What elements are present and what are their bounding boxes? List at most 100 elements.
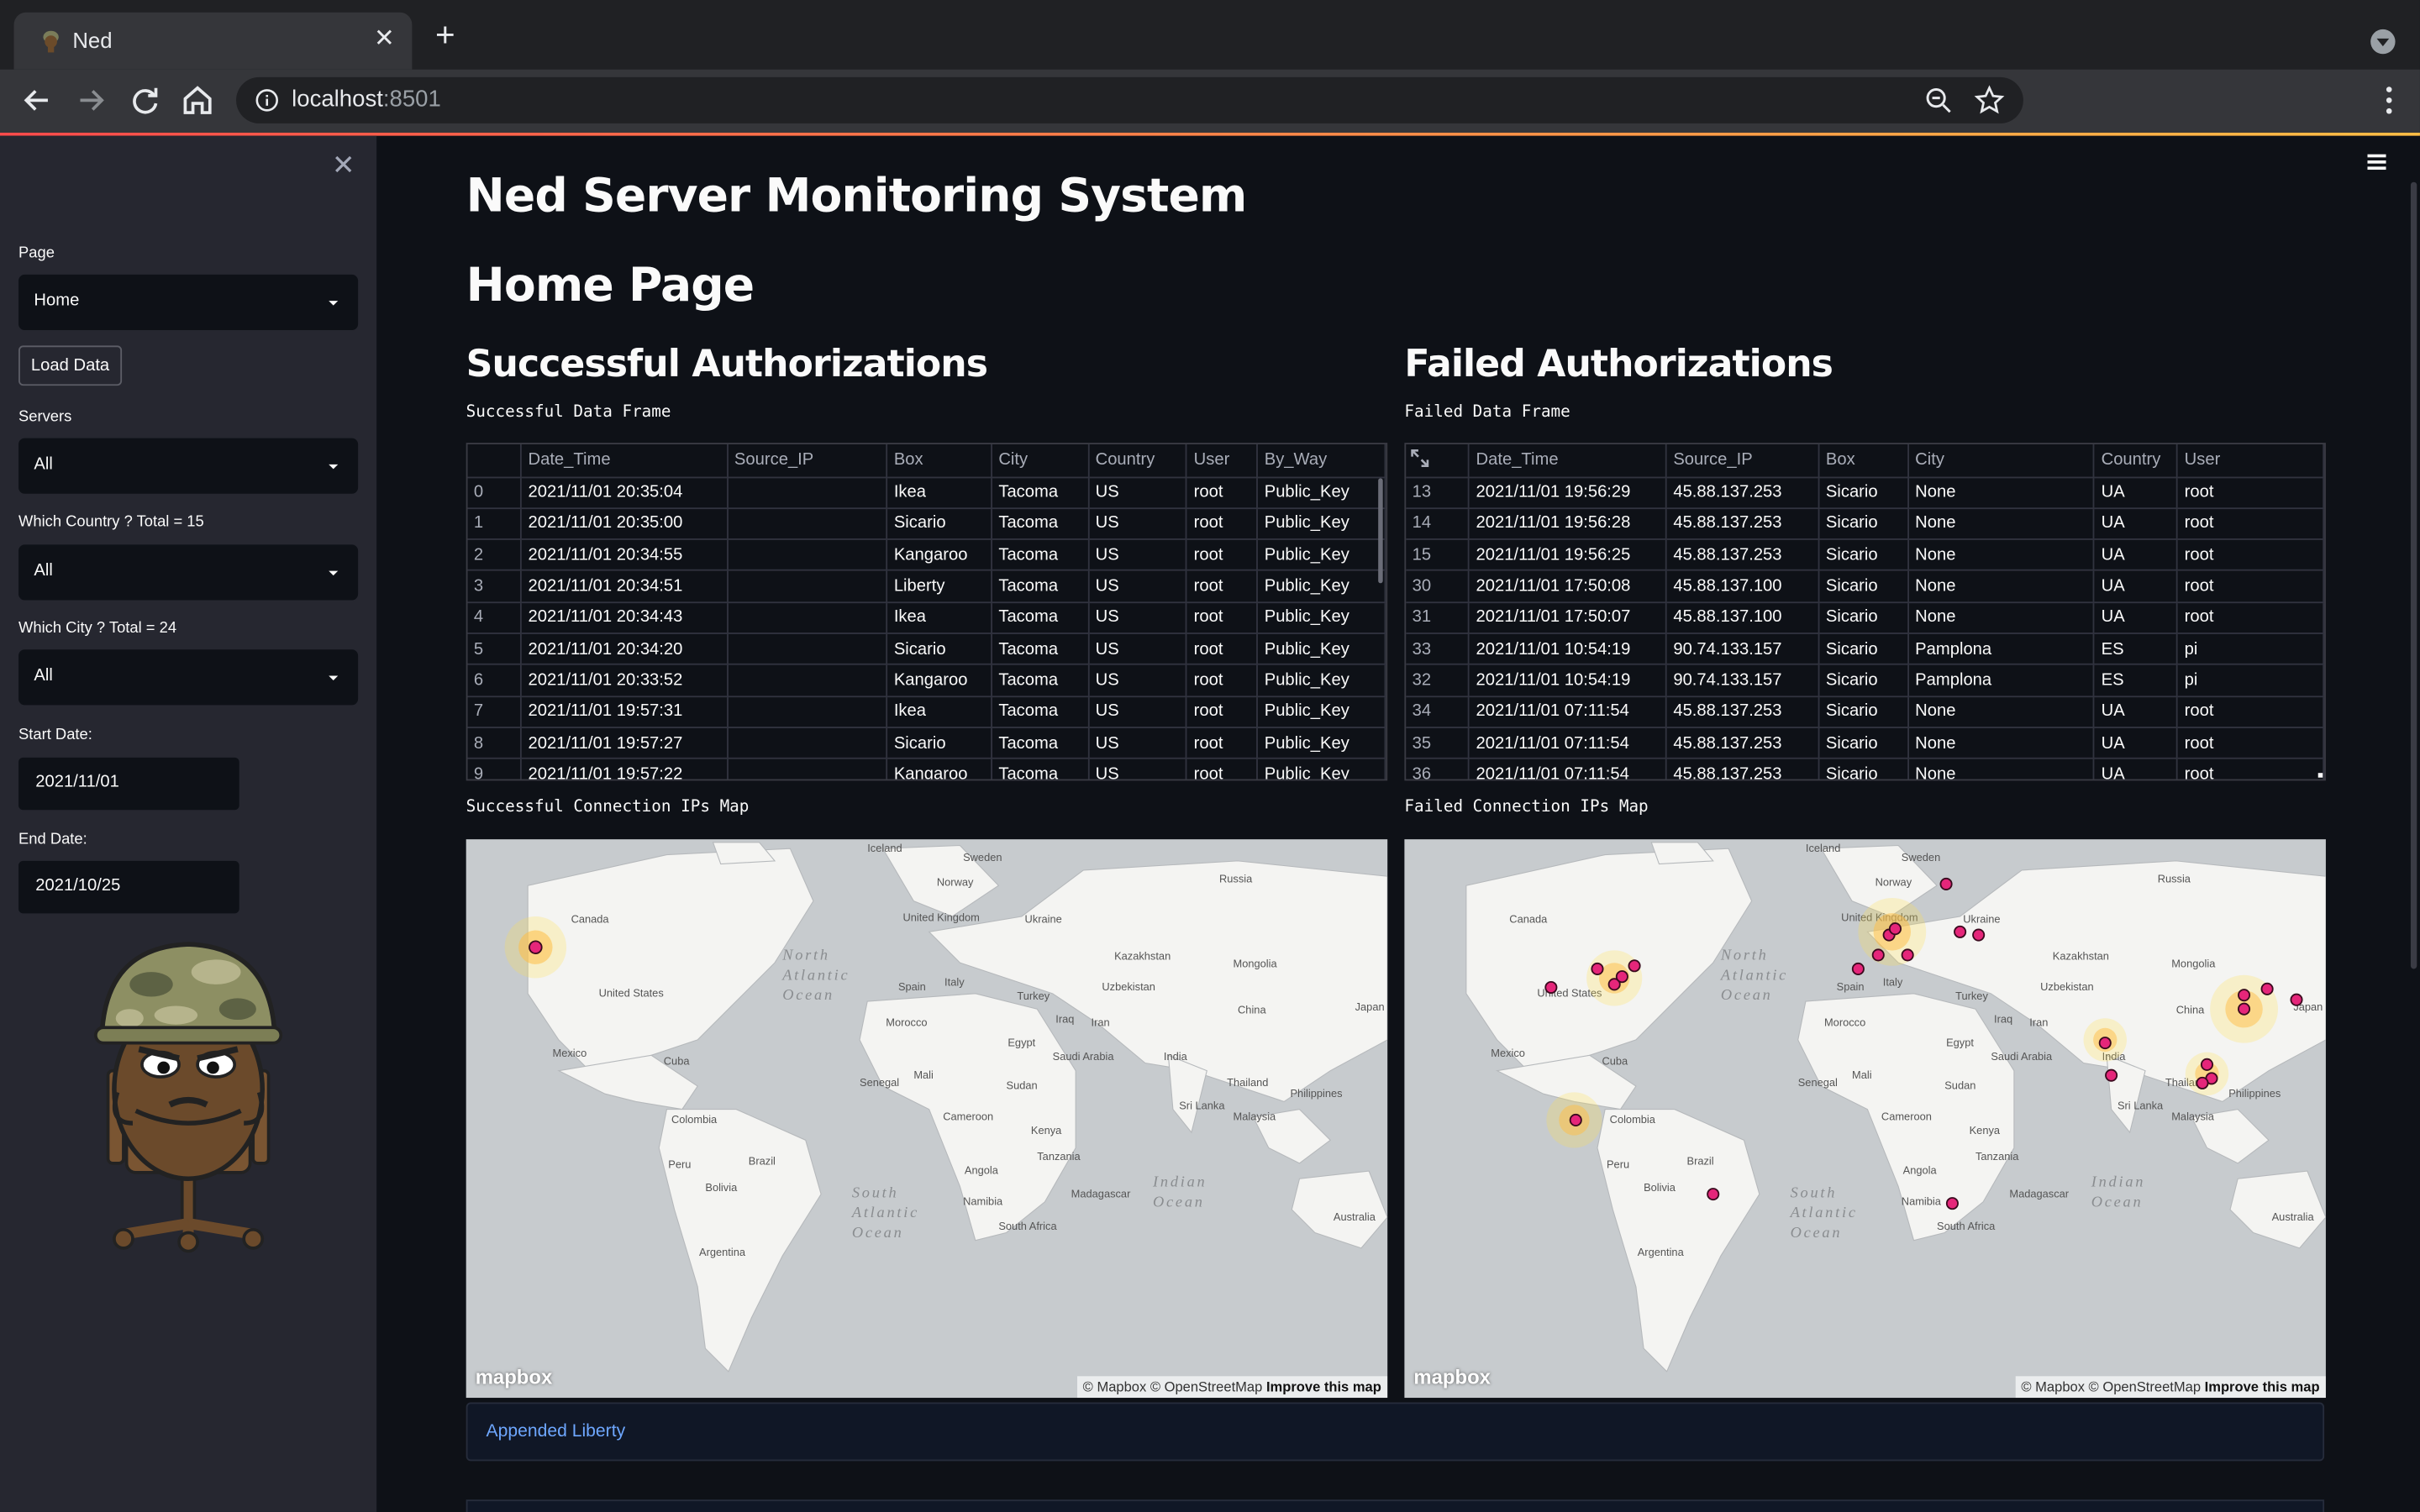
row-index[interactable]: 30: [1406, 570, 1470, 603]
row-index[interactable]: 9: [467, 759, 523, 780]
table-cell[interactable]: root: [1186, 727, 1259, 759]
table-cell[interactable]: 45.88.137.253: [1666, 539, 1820, 572]
address-bar[interactable]: localhost:8501: [236, 76, 2023, 123]
table-cell[interactable]: 2021/11/01 07:11:54: [1469, 696, 1667, 728]
table-cell[interactable]: Tacoma: [992, 601, 1090, 634]
table-cell[interactable]: Sicario: [1818, 539, 1909, 572]
site-info-icon[interactable]: [255, 88, 279, 113]
column-header[interactable]: Source_IP: [727, 444, 888, 478]
table-cell[interactable]: root: [2177, 476, 2325, 509]
table-cell[interactable]: Sicario: [1818, 633, 1909, 666]
improve-map-link[interactable]: Improve this map: [2205, 1379, 2320, 1394]
table-cell[interactable]: Pamplona: [1907, 633, 2096, 666]
table-cell[interactable]: UA: [2094, 476, 2179, 509]
table-cell[interactable]: pi: [2177, 664, 2325, 697]
table-cell[interactable]: [727, 570, 888, 603]
map-marker[interactable]: [1591, 962, 1604, 975]
table-cell[interactable]: Ikea: [886, 601, 992, 634]
home-icon[interactable]: [179, 81, 216, 118]
column-header[interactable]: Date_Time: [1469, 444, 1667, 478]
table-cell[interactable]: root: [2177, 539, 2325, 572]
table-cell[interactable]: 2021/11/01 20:33:52: [521, 664, 729, 697]
row-index[interactable]: 5: [467, 633, 523, 666]
row-index[interactable]: 4: [467, 601, 523, 634]
country-select[interactable]: All: [18, 544, 359, 601]
table-cell[interactable]: Kangaroo: [886, 664, 992, 697]
table-cell[interactable]: 45.88.137.253: [1666, 507, 1820, 541]
row-index[interactable]: 0: [467, 476, 523, 509]
table-cell[interactable]: UA: [2094, 507, 2179, 541]
table-cell[interactable]: 2021/11/01 10:54:19: [1469, 633, 1667, 666]
main-menu-icon[interactable]: [2367, 154, 2386, 170]
table-cell[interactable]: Tacoma: [992, 476, 1090, 509]
page-scrollbar[interactable]: [2410, 181, 2417, 969]
table-cell[interactable]: None: [1907, 759, 2096, 780]
table-row[interactable]: 9 2021/11/01 19:57:22 Kangaroo Tacoma US root…: [467, 759, 1386, 780]
table-row[interactable]: 15 2021/11/01 19:56:25 45.88.137.253 Sicari…: [1406, 539, 2325, 572]
load-data-button[interactable]: Load Data: [18, 345, 123, 386]
table-cell[interactable]: root: [1186, 633, 1259, 666]
map-marker[interactable]: [1851, 962, 1865, 975]
table-cell[interactable]: US: [1088, 507, 1188, 541]
table-cell[interactable]: US: [1088, 633, 1188, 666]
column-header[interactable]: Box: [886, 444, 992, 478]
next-expander[interactable]: [466, 1499, 2325, 1512]
table-cell[interactable]: pi: [2177, 633, 2325, 666]
table-cell[interactable]: 2021/11/01 19:57:31: [521, 696, 729, 728]
map-marker[interactable]: [2200, 1058, 2214, 1071]
table-cell[interactable]: root: [1186, 507, 1259, 541]
table-row[interactable]: 32 2021/11/01 10:54:19 90.74.133.157 Sicari…: [1406, 664, 2325, 697]
table-cell[interactable]: 2021/11/01 20:35:04: [521, 476, 729, 509]
table-row[interactable]: 30 2021/11/01 17:50:08 45.88.137.100 Sicari…: [1406, 570, 2325, 603]
map-attribution[interactable]: © Mapbox © OpenStreetMap Improve this ma…: [2015, 1376, 2326, 1399]
table-cell[interactable]: Sicario: [1818, 696, 1909, 728]
column-header[interactable]: Country: [2094, 444, 2179, 478]
table-cell[interactable]: Sicario: [1818, 570, 1909, 603]
mapbox-logo[interactable]: mapbox: [476, 1365, 553, 1389]
table-cell[interactable]: Sicario: [1818, 727, 1909, 759]
table-cell[interactable]: US: [1088, 759, 1188, 780]
row-index[interactable]: 33: [1406, 633, 1470, 666]
table-cell[interactable]: Tacoma: [992, 570, 1090, 603]
row-index[interactable]: 32: [1406, 664, 1470, 697]
row-index[interactable]: 6: [467, 664, 523, 697]
mapbox-logo[interactable]: mapbox: [1413, 1365, 1491, 1389]
table-row[interactable]: 6 2021/11/01 20:33:52 Kangaroo Tacoma US root…: [467, 664, 1386, 697]
table-cell[interactable]: 2021/11/01 19:56:28: [1469, 507, 1667, 541]
row-index[interactable]: 15: [1406, 539, 1470, 572]
table-cell[interactable]: Tacoma: [992, 759, 1090, 780]
table-row[interactable]: 5 2021/11/01 20:34:20 Sicario Tacoma US root P…: [467, 633, 1386, 666]
table-row[interactable]: 1 2021/11/01 20:35:00 Sicario Tacoma US root P…: [467, 507, 1386, 541]
table-cell[interactable]: Public_Key: [1257, 664, 1386, 697]
table-row[interactable]: 14 2021/11/01 19:56:28 45.88.137.253 Sicari…: [1406, 507, 2325, 541]
table-cell[interactable]: 2021/11/01 19:57:22: [521, 759, 729, 780]
city-select[interactable]: All: [18, 649, 359, 706]
table-cell[interactable]: 2021/11/01 20:35:00: [521, 507, 729, 541]
table-cell[interactable]: root: [1186, 664, 1259, 697]
table-cell[interactable]: UA: [2094, 696, 2179, 728]
row-index[interactable]: 8: [467, 727, 523, 759]
map-marker[interactable]: [1901, 948, 1914, 962]
table-row[interactable]: 4 2021/11/01 20:34:43 Ikea Tacoma US root Publ…: [467, 601, 1386, 634]
table-cell[interactable]: [727, 539, 888, 572]
map-marker[interactable]: [1972, 928, 1986, 942]
map-marker[interactable]: [2260, 982, 2274, 995]
failed-dataframe[interactable]: Date_Time Source_IP Box City Country Use…: [1404, 443, 2326, 781]
map-marker[interactable]: [1615, 970, 1628, 984]
table-cell[interactable]: 2021/11/01 19:56:25: [1469, 539, 1667, 572]
table-cell[interactable]: 2021/11/01 20:34:43: [521, 601, 729, 634]
table-cell[interactable]: Kangaroo: [886, 539, 992, 572]
table-cell[interactable]: root: [1186, 539, 1259, 572]
dataframe-scrollbar[interactable]: [1378, 478, 1383, 584]
back-arrow-icon[interactable]: [18, 81, 55, 118]
forward-arrow-icon[interactable]: [72, 81, 109, 118]
table-cell[interactable]: 90.74.133.157: [1666, 633, 1820, 666]
table-cell[interactable]: 45.88.137.253: [1666, 759, 1820, 780]
failed-connections-map[interactable]: Iceland Sweden Norway Russia Canada United Ki…: [1404, 839, 2326, 1399]
table-row[interactable]: 0 2021/11/01 20:35:04 Ikea Tacoma US root Publ…: [467, 476, 1386, 509]
table-cell[interactable]: 2021/11/01 20:34:20: [521, 633, 729, 666]
table-cell[interactable]: Tacoma: [992, 664, 1090, 697]
table-cell[interactable]: [727, 476, 888, 509]
row-index[interactable]: 14: [1406, 507, 1470, 541]
map-marker[interactable]: [1945, 1197, 1959, 1210]
